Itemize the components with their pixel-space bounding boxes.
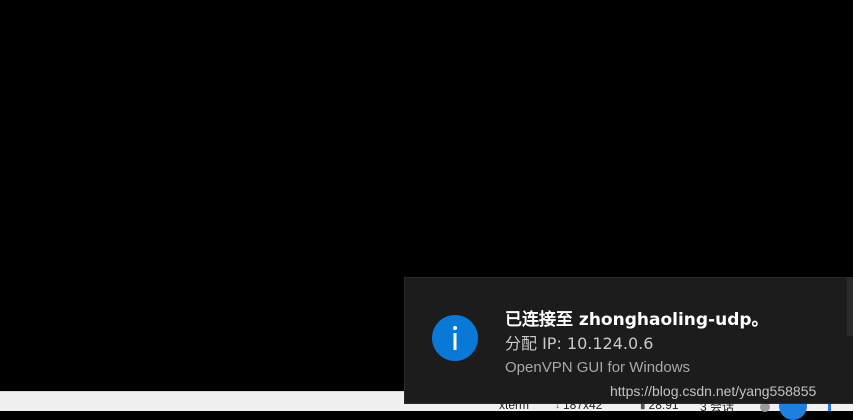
info-icon bbox=[432, 315, 478, 361]
watermark: https://blog.csdn.net/yang558855 bbox=[610, 383, 817, 399]
notification-source: OpenVPN GUI for Windows bbox=[505, 359, 691, 376]
notification-title: 已连接至 zhonghaoling-udp。 bbox=[505, 310, 769, 330]
toast-edge bbox=[847, 278, 853, 336]
info-glyph-icon bbox=[453, 326, 457, 350]
notification-body: 分配 IP: 10.124.0.6 bbox=[505, 334, 654, 353]
